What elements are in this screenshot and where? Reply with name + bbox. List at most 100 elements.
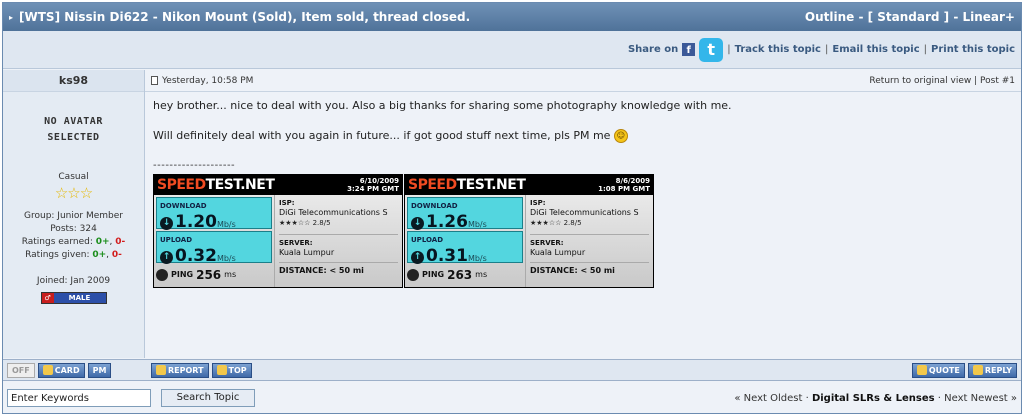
speedtest-time: 3:24 PM GMT: [347, 185, 399, 193]
download-unit: Mb/s: [216, 220, 236, 229]
ping-value: 263: [447, 268, 473, 282]
user-group: Group: Junior Member: [24, 211, 123, 221]
ratings-earned-positive: 0+: [95, 237, 110, 247]
speedtest-logo: SPEEDTEST.NET: [157, 177, 275, 193]
ping-icon: [407, 269, 419, 281]
separator: |: [971, 75, 981, 86]
gender-badge: ♂ MALE: [40, 292, 107, 304]
ratings-earned-label: Ratings earned:: [21, 237, 93, 247]
ratings-given-label: Ratings given:: [25, 250, 90, 260]
upload-unit: Mb/s: [216, 254, 236, 263]
forum-thread-frame: ▸ [WTS] Nissin Di622 - Nikon Mount (Sold…: [2, 2, 1022, 414]
user-info: Group: Junior Member Posts: 324 Ratings …: [3, 210, 144, 262]
upload-number: 0.32: [175, 246, 217, 266]
user-panel: ks98 NO AVATAR SELECTED Casual ☆☆☆ Group…: [3, 70, 145, 358]
post-action-bar: OFF CARD PM REPORT TOP QUOTE REPLY: [3, 359, 1021, 381]
ping-row: PING 256 ms: [156, 265, 272, 283]
post-number-link[interactable]: Post #1: [980, 76, 1015, 86]
isp-rating: ★★★☆☆ 2.8/5: [530, 219, 582, 227]
next-oldest-link[interactable]: « Next Oldest: [734, 393, 802, 404]
reply-button[interactable]: REPLY: [967, 362, 1017, 378]
username[interactable]: ks98: [3, 70, 144, 92]
ratings-earned-negative: 0-: [115, 237, 126, 247]
quote-label: QUOTE: [928, 365, 960, 375]
post-actions: REPORT TOP: [145, 362, 912, 378]
post-icon: [151, 76, 158, 85]
report-icon: [156, 365, 166, 375]
server-info: SERVER: Kuala Lumpur: [530, 234, 649, 258]
user-joined: Joined: Jan 2009: [36, 276, 111, 286]
speedtest-header: SPEEDTEST.NET 8/6/2009 1:08 PM GMT: [405, 175, 653, 195]
speedtest-result[interactable]: SPEEDTEST.NET 8/6/2009 1:08 PM GMT DOWNLO…: [404, 174, 654, 288]
share-label: Share on: [627, 44, 679, 55]
upload-box: UPLOAD ↑ 0.32Mb/s: [156, 231, 272, 265]
pm-button[interactable]: PM: [87, 362, 112, 378]
speedtest-logo-speed: SPEED: [157, 177, 206, 193]
track-topic-link[interactable]: Track this topic: [735, 44, 821, 55]
off-toggle-button[interactable]: OFF: [7, 362, 35, 378]
next-newest-link[interactable]: Next Newest »: [944, 393, 1017, 404]
user-actions: OFF CARD PM: [3, 362, 145, 378]
speedtest-datetime: 6/10/2009 3:24 PM GMT: [347, 177, 399, 193]
up-arrow-icon: [216, 365, 227, 375]
ratings-given-negative: 0-: [111, 250, 122, 260]
card-button[interactable]: CARD: [37, 362, 85, 378]
upload-value: ↑ 0.31Mb/s: [411, 248, 522, 267]
speedtest-logo: SPEEDTEST.NET: [408, 177, 526, 193]
distance-info: DISTANCE: < 50 mi: [530, 262, 649, 276]
thread-navigation: « Next Oldest · Digital SLRs & Lenses · …: [734, 392, 1017, 404]
server-info: SERVER: Kuala Lumpur: [279, 234, 398, 258]
server-name: Kuala Lumpur: [530, 248, 586, 257]
signature-images: SPEEDTEST.NET 6/10/2009 3:24 PM GMT DOWNL…: [153, 174, 1013, 288]
ping-row: PING 263 ms: [407, 265, 523, 283]
download-arrow-icon: ↓: [411, 217, 424, 230]
forum-link[interactable]: Digital SLRs & Lenses: [812, 393, 935, 404]
post: ks98 NO AVATAR SELECTED Casual ☆☆☆ Group…: [3, 70, 1021, 358]
reply-label: REPLY: [984, 365, 1012, 375]
collapse-arrow-icon[interactable]: ▸: [9, 13, 13, 22]
view-mode-links[interactable]: Outline - [ Standard ] - Linear+: [805, 10, 1015, 24]
search-topic-button[interactable]: Search Topic: [161, 389, 255, 407]
server-name: Kuala Lumpur: [279, 248, 335, 257]
bottom-bar: Search Topic « Next Oldest · Digital SLR…: [3, 383, 1021, 413]
ping-label: PING: [422, 270, 445, 279]
top-button[interactable]: TOP: [211, 362, 252, 378]
download-number: 1.26: [426, 212, 468, 232]
upload-value: ↑ 0.32Mb/s: [160, 248, 271, 267]
top-label: TOP: [228, 365, 247, 375]
download-box: DOWNLOAD ↓ 1.20Mb/s: [156, 197, 272, 231]
speedtest-datetime: 8/6/2009 1:08 PM GMT: [598, 177, 650, 193]
quote-button[interactable]: QUOTE: [911, 362, 965, 378]
ping-unit: ms: [475, 270, 488, 279]
speedtest-result[interactable]: SPEEDTEST.NET 6/10/2009 3:24 PM GMT DOWNL…: [153, 174, 403, 288]
separator: |: [824, 44, 829, 55]
speedtest-logo-testnet: TEST.NET: [456, 177, 526, 193]
print-topic-link[interactable]: Print this topic: [931, 44, 1015, 55]
download-box: DOWNLOAD ↓ 1.26Mb/s: [407, 197, 523, 232]
email-topic-link[interactable]: Email this topic: [832, 44, 919, 55]
speedtest-header: SPEEDTEST.NET 6/10/2009 3:24 PM GMT: [154, 175, 402, 195]
male-icon: ♂: [41, 293, 54, 303]
return-original-link[interactable]: Return to original view: [869, 76, 971, 86]
ping-unit: ms: [224, 270, 237, 279]
speedtest-date: 8/6/2009: [615, 177, 650, 185]
post-header: Yesterday, 10:58 PM Return to original v…: [145, 70, 1021, 92]
twitter-icon[interactable]: t: [699, 37, 724, 62]
post-text: hey brother... nice to deal with you. Al…: [153, 99, 732, 112]
facebook-icon[interactable]: f: [682, 43, 696, 56]
speedtest-details: ISP: DiGi Telecommunications S ★★★☆☆ 2.8…: [525, 195, 653, 287]
report-button[interactable]: REPORT: [151, 362, 209, 378]
quote-mark-icon: [972, 365, 983, 375]
server-label: SERVER:: [279, 239, 313, 247]
speedtest-details: ISP: DiGi Telecommunications S ★★★☆☆ 2.8…: [274, 195, 402, 287]
keyword-search-input[interactable]: [7, 389, 151, 407]
no-avatar-text: NO AVATAR: [44, 116, 103, 127]
download-arrow-icon: ↓: [160, 217, 173, 230]
avatar: NO AVATAR SELECTED: [3, 114, 144, 146]
rank-stars-icon: ☆☆☆: [54, 184, 93, 202]
isp-label: ISP:: [530, 199, 546, 207]
smiley-icon: ☺: [613, 129, 628, 143]
speedtest-metrics: DOWNLOAD ↓ 1.26Mb/s UPLOAD ↑ 0.31Mb/s PING: [405, 195, 525, 287]
upload-box: UPLOAD ↑ 0.31Mb/s: [407, 231, 523, 265]
post-date-text: Yesterday, 10:58 PM: [162, 75, 254, 86]
